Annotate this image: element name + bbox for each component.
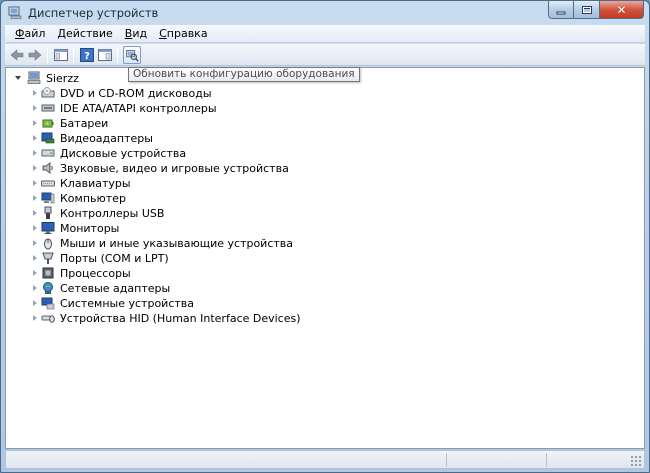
svg-text:?: ?: [84, 51, 90, 62]
menu-action[interactable]: Действие: [51, 27, 118, 40]
ide-controller-icon: [41, 104, 55, 112]
properties-button[interactable]: [97, 47, 113, 63]
tree-item-label: Мониторы: [60, 222, 120, 235]
close-button[interactable]: ✕: [600, 1, 644, 19]
scan-hardware-changes-button[interactable]: [123, 46, 141, 64]
menu-file[interactable]: Файл: [9, 27, 51, 40]
menu-file-label: айл: [24, 27, 46, 40]
expand-arrow-icon[interactable]: [33, 285, 37, 291]
device-tree-pane[interactable]: Sierzz DVD и CD-ROM дисководы IDE ATA/AT…: [5, 67, 645, 449]
tree-item-label: Батареи: [60, 117, 109, 130]
menu-view[interactable]: Вид: [119, 27, 153, 40]
expand-arrow-icon[interactable]: [33, 120, 37, 126]
tree-item-label: Компьютер: [60, 192, 126, 205]
dvd-drive-icon: [41, 87, 55, 98]
menu-action-label: ействие: [66, 27, 113, 40]
expand-arrow-icon[interactable]: [33, 105, 37, 111]
menu-bar: Файл Действие Вид Справка: [5, 25, 645, 43]
show-hide-console-tree-button[interactable]: [53, 47, 69, 63]
expand-arrow-icon[interactable]: [33, 255, 37, 261]
expand-arrow-icon[interactable]: [33, 180, 37, 186]
expand-arrow-icon[interactable]: [33, 150, 37, 156]
tree-item-label: Мыши и иные указывающие устройства: [60, 237, 294, 250]
tree-item-label: Контроллеры USB: [60, 207, 165, 220]
tree-item-label: Устройства HID (Human Interface Devices): [60, 312, 301, 325]
menu-help-label: правка: [166, 27, 208, 40]
network-adapter-icon: [43, 282, 53, 294]
expand-arrow-icon[interactable]: [33, 90, 37, 96]
minimize-button[interactable]: [548, 1, 574, 19]
keyboard-icon: [41, 180, 55, 187]
status-bar: [5, 450, 645, 469]
processor-icon: [42, 267, 54, 279]
status-cell: [546, 453, 642, 467]
expand-arrow-icon[interactable]: [33, 135, 37, 141]
monitor-icon: [41, 222, 55, 234]
hid-icon: [41, 315, 55, 323]
expand-arrow-icon[interactable]: [33, 195, 37, 201]
system-device-icon: [41, 297, 55, 310]
tree-item-label: Порты (COM и LPT): [60, 252, 169, 265]
battery-icon: [42, 119, 54, 128]
maximize-icon: [581, 5, 592, 14]
expand-arrow-icon[interactable]: [33, 210, 37, 216]
tree-root-label: Sierzz: [46, 72, 79, 85]
expand-arrow-icon[interactable]: [33, 300, 37, 306]
menu-help-accel: С: [159, 27, 167, 40]
window-title: Диспетчер устройств: [28, 6, 159, 20]
speaker-icon: [42, 162, 53, 174]
usb-icon: [44, 206, 52, 219]
tree-item-label: Процессоры: [60, 267, 131, 280]
toolbar-separator: [73, 47, 74, 63]
computer-icon: [41, 192, 55, 204]
port-icon: [42, 252, 54, 264]
toolbar-separator: [117, 47, 118, 63]
expand-arrow-icon[interactable]: [33, 315, 37, 321]
resize-grip-icon[interactable]: [630, 455, 642, 467]
tree-item-label: Клавиатуры: [60, 177, 131, 190]
tree-item-label: Дисковые устройства: [60, 147, 187, 160]
caption-buttons: ✕: [548, 1, 644, 19]
device-manager-app-icon: [8, 6, 22, 19]
tree-item-label: Системные устройства: [60, 297, 194, 310]
tree-item-label: Сетевые адаптеры: [60, 282, 171, 295]
tree-item-label: Видеоадаптеры: [60, 132, 153, 145]
menu-help[interactable]: Справка: [153, 27, 213, 40]
minimize-icon: [556, 11, 566, 14]
toolbar-tooltip: Обновить конфигурацию оборудования: [128, 67, 360, 82]
status-cell: [446, 453, 546, 467]
expand-arrow-icon[interactable]: [33, 165, 37, 171]
computer-icon: [27, 71, 41, 84]
maximize-button[interactable]: [574, 1, 600, 19]
device-manager-window: Диспетчер устройств ✕ Файл Действие Вид …: [0, 0, 650, 473]
expand-arrow-icon[interactable]: [33, 240, 37, 246]
forward-button[interactable]: [27, 47, 43, 63]
tree-item-label: DVD и CD-ROM дисководы: [60, 87, 212, 100]
back-button[interactable]: [9, 47, 25, 63]
help-button[interactable]: ?: [79, 47, 95, 63]
collapse-arrow-icon[interactable]: [15, 76, 21, 80]
menu-action-accel: Д: [57, 27, 66, 40]
expand-arrow-icon[interactable]: [33, 225, 37, 231]
disk-drive-icon: [41, 149, 55, 157]
mouse-icon: [44, 238, 52, 250]
title-bar[interactable]: Диспетчер устройств ✕: [1, 1, 649, 25]
toolbar: ?: [5, 44, 645, 66]
tree-item-label: Звуковые, видео и игровые устройства: [60, 162, 289, 175]
toolbar-separator: [47, 47, 48, 63]
display-adapter-icon: [41, 132, 55, 144]
menu-view-label: ид: [132, 27, 148, 40]
close-icon: ✕: [616, 2, 627, 17]
expand-arrow-icon[interactable]: [33, 270, 37, 276]
tree-item-label: IDE ATA/ATAPI контроллеры: [60, 102, 217, 115]
